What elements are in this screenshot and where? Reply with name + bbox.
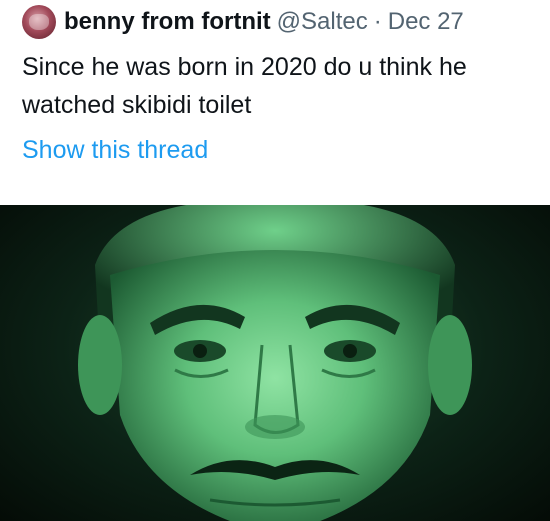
tweet-text: Since he was born in 2020 do u think he … [22, 53, 467, 119]
user-handle[interactable]: @Saltec [277, 8, 368, 36]
tweet-header: benny from fortnit @Saltec · Dec 27 [22, 4, 542, 40]
separator-dot: · [373, 8, 382, 35]
tweet-media-image[interactable] [0, 205, 550, 521]
tweet-date[interactable]: Dec 27 [388, 8, 464, 36]
portrait-image-icon [78, 205, 472, 521]
show-thread-link[interactable]: Show this thread [22, 136, 208, 165]
display-name[interactable]: benny from fortnit [64, 8, 271, 36]
avatar[interactable] [22, 5, 56, 39]
